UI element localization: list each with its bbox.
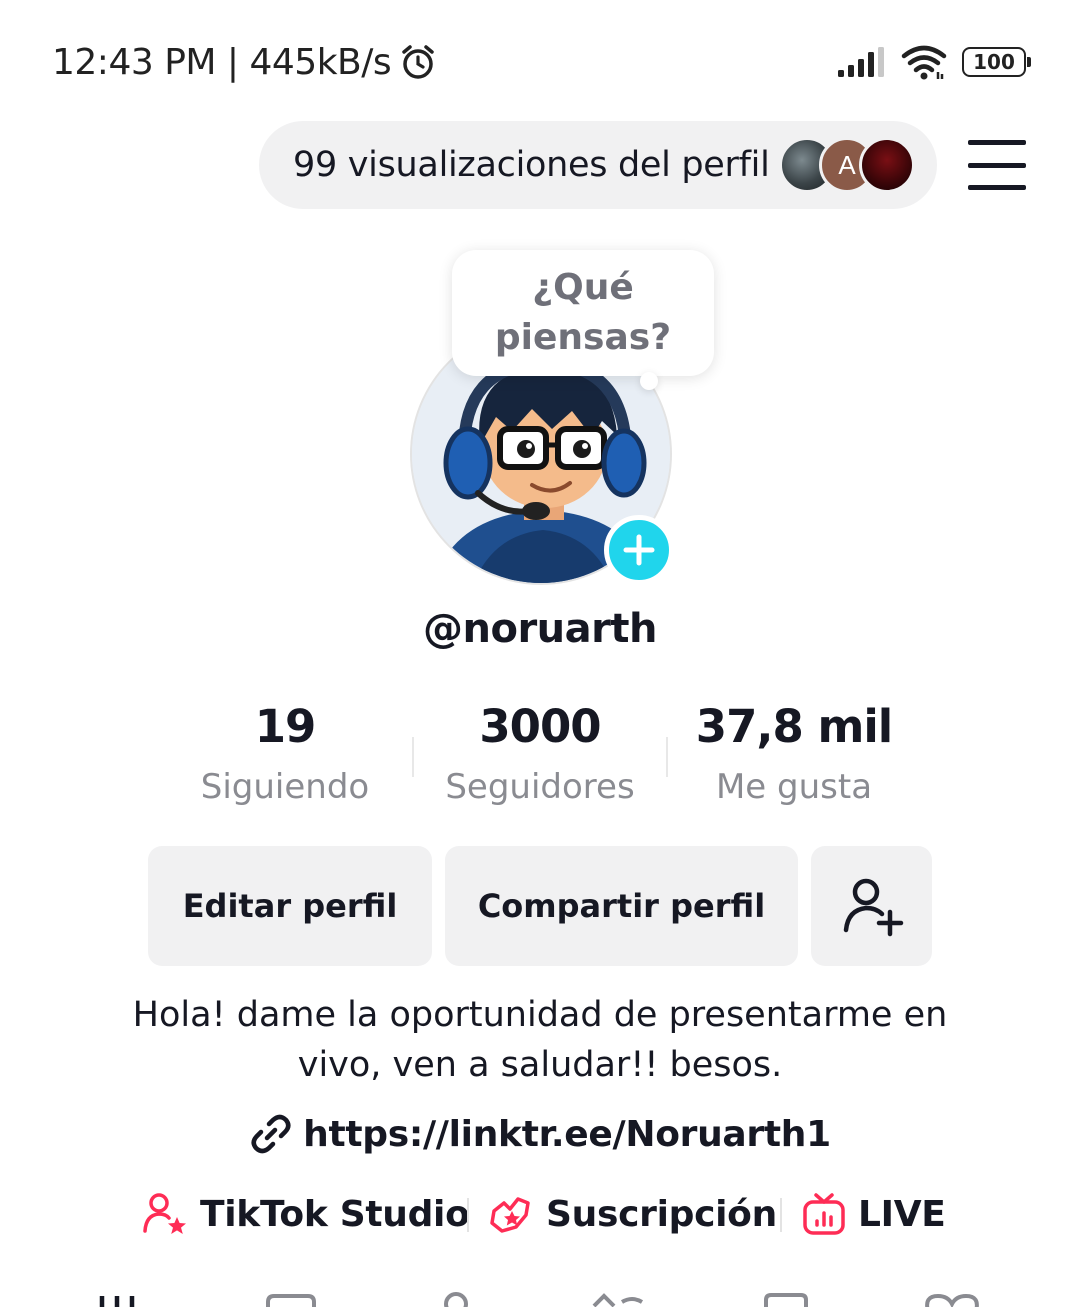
note-bubble-text: ¿Qué piensas?: [495, 263, 671, 363]
add-friend-button[interactable]: [811, 846, 932, 966]
add-user-icon: [843, 878, 903, 937]
edit-profile-button[interactable]: Editar perfil: [148, 846, 432, 966]
username: @noruarth: [423, 606, 657, 652]
menu-line: [968, 162, 1026, 168]
profile-views-label: 99 visualizaciones del perfil: [293, 145, 770, 185]
studio-icon: [143, 1193, 186, 1234]
reposts-tab-icon[interactable]: [438, 1290, 478, 1307]
wifi-icon: [901, 45, 947, 80]
note-bubble-tail: [640, 372, 658, 390]
stat-value: 3000: [479, 700, 601, 753]
status-bar: 12:43 PM | 445kB/s 100: [0, 0, 1080, 120]
favorites-tab-icon[interactable]: [762, 1292, 812, 1307]
stat-label: Seguidores: [445, 767, 635, 807]
menu-line: [968, 140, 1026, 145]
liked-tab-icon[interactable]: [922, 1292, 982, 1307]
shortcut-label: LIVE: [858, 1193, 946, 1235]
share-profile-button[interactable]: Compartir perfil: [445, 846, 798, 966]
viewer-avatar-3: [859, 137, 915, 193]
live-tv-icon: [803, 1193, 845, 1235]
shortcut-subscription[interactable]: Suscripción: [488, 1186, 777, 1242]
viewer-avatars: A: [779, 135, 919, 195]
bio: Hola! dame la oportunidad de presentarme…: [60, 990, 1020, 1090]
subscription-icon: [490, 1197, 530, 1233]
battery-indicator: 100: [962, 47, 1031, 77]
status-right: 100: [836, 42, 1031, 82]
stat-label: Me gusta: [715, 767, 873, 807]
plus-icon: [623, 534, 655, 566]
app-frame: 12:43 PM | 445kB/s 100 99 visualizacione…: [0, 0, 1080, 1307]
private-tab-icon[interactable]: [262, 1292, 322, 1307]
bio-line1: Hola! dame la oportunidad de presentarme…: [132, 995, 948, 1035]
menu-icon[interactable]: [968, 140, 1026, 190]
share-profile-label: Compartir perfil: [477, 887, 766, 925]
note-bubble-line1: ¿Qué: [532, 267, 634, 308]
saved-tab-icon[interactable]: [588, 1292, 648, 1307]
stat-likes[interactable]: 37,8 mil Me gusta: [664, 700, 924, 807]
add-story-button[interactable]: [604, 515, 674, 585]
viewer-avatar-initial: A: [838, 149, 856, 180]
shortcut-divider: [780, 1198, 782, 1232]
shortcut-label: TikTok Studio: [200, 1193, 470, 1235]
status-left: 12:43 PM | 445kB/s: [52, 40, 437, 84]
stat-followers[interactable]: 3000 Seguidores: [410, 700, 670, 807]
shortcut-tiktok-studio[interactable]: TikTok Studio: [142, 1186, 470, 1242]
profile-shortcuts: TikTok Studio Suscripción LIVE: [0, 1186, 1080, 1242]
link-icon: [251, 1114, 291, 1154]
note-bubble-line2: piensas?: [494, 317, 672, 358]
stat-label: Siguiendo: [200, 767, 370, 807]
alarm-icon: [402, 45, 434, 79]
bio-link[interactable]: https://linktr.ee/Noruarth1: [0, 1112, 1080, 1156]
menu-line: [968, 185, 1026, 190]
stat-value: 19: [254, 700, 317, 753]
shortcut-divider: [467, 1198, 469, 1232]
stat-following[interactable]: 19 Siguiendo: [155, 700, 415, 807]
stat-value: 37,8 mil: [695, 700, 893, 753]
edit-profile-label: Editar perfil: [182, 887, 398, 925]
status-time-speed: 12:43 PM | 445kB/s: [52, 41, 392, 83]
signal-icon: [838, 47, 884, 77]
content-tab-strip: [0, 1288, 1080, 1307]
bio-line2: vivo, ven a saludar!! besos.: [297, 1045, 783, 1085]
shortcut-live[interactable]: LIVE: [802, 1186, 946, 1242]
profile-views-button[interactable]: 99 visualizaciones del perfil A: [259, 121, 937, 209]
grid-tab-icon[interactable]: [92, 1294, 152, 1307]
shortcut-label: Suscripción: [546, 1193, 777, 1235]
note-bubble[interactable]: ¿Qué piensas?: [452, 250, 714, 376]
bio-link-text: https://linktr.ee/Noruarth1: [303, 1113, 831, 1155]
